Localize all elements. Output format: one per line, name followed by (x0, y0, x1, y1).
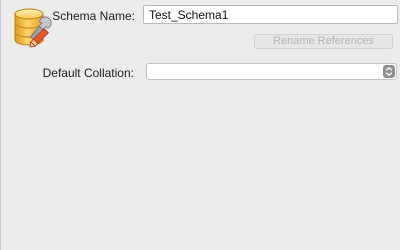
schema-name-label: Schema Name: (52, 9, 135, 23)
default-collation-label: Default Collation: (42, 66, 134, 80)
default-collation-select[interactable] (146, 63, 397, 80)
chevron-up-down-icon[interactable] (383, 65, 395, 78)
schema-name-input[interactable] (143, 5, 398, 24)
schema-editor-panel: Schema Name: Rename References Default C… (0, 0, 400, 250)
rename-references-button[interactable]: Rename References (254, 34, 393, 49)
